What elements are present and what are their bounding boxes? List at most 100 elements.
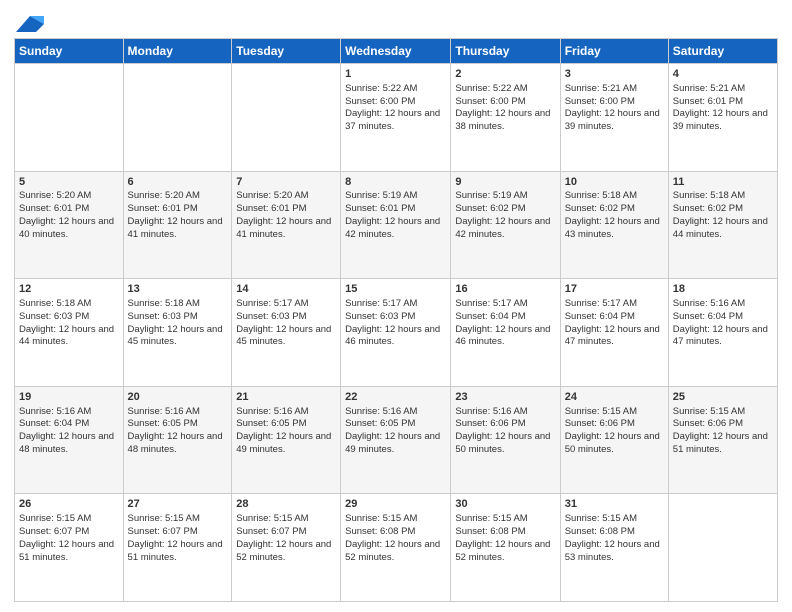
sunset-text: Sunset: 6:01 PM	[19, 203, 89, 214]
calendar-cell: 30Sunrise: 5:15 AMSunset: 6:08 PMDayligh…	[451, 494, 560, 602]
header	[14, 10, 778, 34]
sunset-text: Sunset: 6:01 PM	[128, 203, 198, 214]
sunrise-text: Sunrise: 5:22 AM	[455, 83, 527, 94]
calendar-cell: 3Sunrise: 5:21 AMSunset: 6:00 PMDaylight…	[560, 64, 668, 172]
sunset-text: Sunset: 6:03 PM	[19, 311, 89, 322]
week-row-5: 26 Sunrise: 5:15 AM Sunset: 6:07 PM Dayligh…	[15, 494, 778, 602]
calendar-cell: 13Sunrise: 5:18 AMSunset: 6:03 PMDayligh…	[123, 279, 232, 387]
sunset-text: Sunset: 6:04 PM	[19, 418, 89, 429]
calendar-cell	[668, 494, 777, 602]
sunrise-text: Sunrise: 5:15 AM	[128, 513, 200, 524]
day-number: 24	[565, 390, 664, 405]
daylight-text: Daylight: 12 hours and 47 minutes.	[565, 324, 660, 348]
calendar-cell: 2Sunrise: 5:22 AMSunset: 6:00 PMDaylight…	[451, 64, 560, 172]
week-row-3: 12Sunrise: 5:18 AMSunset: 6:03 PMDayligh…	[15, 279, 778, 387]
sunset-text: Sunset: 6:02 PM	[565, 203, 635, 214]
daylight-text: Daylight: 12 hours and 51 minutes.	[128, 539, 223, 563]
daylight-text: Daylight: 12 hours and 49 minutes.	[345, 431, 440, 455]
sunrise-text: Sunrise: 5:15 AM	[565, 513, 637, 524]
sunset-text: Sunset: 6:07 PM	[19, 526, 89, 537]
sunrise-text: Sunrise: 5:15 AM	[673, 406, 745, 417]
daylight-text: Daylight: 12 hours and 50 minutes.	[455, 431, 550, 455]
sunrise-text: Sunrise: 5:22 AM	[345, 83, 417, 94]
sunset-text: Sunset: 6:02 PM	[673, 203, 743, 214]
day-number: 9	[455, 175, 555, 190]
daylight-text: Daylight: 12 hours and 44 minutes.	[673, 216, 768, 240]
sunrise-text: Sunrise: 5:18 AM	[673, 190, 745, 201]
sunrise-text: Sunrise: 5:15 AM	[455, 513, 527, 524]
daylight-text: Daylight: 12 hours and 43 minutes.	[565, 216, 660, 240]
sunset-text: Sunset: 6:00 PM	[345, 96, 415, 107]
day-number: 31	[565, 497, 664, 512]
sunrise-text: Sunrise: 5:19 AM	[455, 190, 527, 201]
daylight-text: Daylight: 12 hours and 45 minutes.	[236, 324, 331, 348]
day-number: 2	[455, 67, 555, 82]
daylight-text: Daylight: 12 hours and 47 minutes.	[673, 324, 768, 348]
calendar-cell: 29Sunrise: 5:15 AMSunset: 6:08 PMDayligh…	[341, 494, 451, 602]
weekday-header-thursday: Thursday	[451, 39, 560, 64]
daylight-text: Daylight: 12 hours and 52 minutes.	[455, 539, 550, 563]
daylight-text: Daylight: 12 hours and 49 minutes.	[236, 431, 331, 455]
calendar-cell: 21Sunrise: 5:16 AMSunset: 6:05 PMDayligh…	[232, 386, 341, 494]
weekday-header-row: SundayMondayTuesdayWednesdayThursdayFrid…	[15, 39, 778, 64]
calendar-cell: 20Sunrise: 5:16 AMSunset: 6:05 PMDayligh…	[123, 386, 232, 494]
sunset-text: Sunset: 6:08 PM	[455, 526, 525, 537]
week-row-2: 5Sunrise: 5:20 AMSunset: 6:01 PMDaylight…	[15, 171, 778, 279]
sunset-text: Sunset: 6:04 PM	[673, 311, 743, 322]
sunrise-text: Sunrise: 5:20 AM	[236, 190, 308, 201]
sunrise-text: Sunrise: 5:20 AM	[128, 190, 200, 201]
sunset-text: Sunset: 6:03 PM	[128, 311, 198, 322]
calendar-cell: 1Sunrise: 5:22 AMSunset: 6:00 PMDaylight…	[341, 64, 451, 172]
sunrise-text: Sunrise: 5:15 AM	[345, 513, 417, 524]
calendar-cell: 9Sunrise: 5:19 AMSunset: 6:02 PMDaylight…	[451, 171, 560, 279]
calendar-cell: 27Sunrise: 5:15 AMSunset: 6:07 PMDayligh…	[123, 494, 232, 602]
sunrise-text: Sunrise: 5:16 AM	[345, 406, 417, 417]
calendar-cell: 7Sunrise: 5:20 AMSunset: 6:01 PMDaylight…	[232, 171, 341, 279]
calendar: SundayMondayTuesdayWednesdayThursdayFrid…	[14, 38, 778, 602]
logo-icon	[16, 14, 44, 34]
week-row-4: 19 Sunrise: 5:16 AM Sunset: 6:04 PM Dayligh…	[15, 386, 778, 494]
day-number: 4	[673, 67, 773, 82]
sunrise-text: Sunrise: 5:16 AM	[455, 406, 527, 417]
sunset-text: Sunset: 6:01 PM	[673, 96, 743, 107]
day-number: 3	[565, 67, 664, 82]
sunrise-text: Sunrise: 5:21 AM	[565, 83, 637, 94]
day-number: 7	[236, 175, 336, 190]
daylight-text: Daylight: 12 hours and 51 minutes.	[673, 431, 768, 455]
sunset-text: Sunset: 6:06 PM	[455, 418, 525, 429]
calendar-cell: 10Sunrise: 5:18 AMSunset: 6:02 PMDayligh…	[560, 171, 668, 279]
day-number: 26	[19, 497, 119, 512]
day-number: 19	[19, 390, 119, 405]
sunrise-text: Sunrise: 5:18 AM	[565, 190, 637, 201]
sunset-text: Sunset: 6:05 PM	[236, 418, 306, 429]
daylight-text: Daylight: 12 hours and 41 minutes.	[236, 216, 331, 240]
daylight-text: Daylight: 12 hours and 52 minutes.	[345, 539, 440, 563]
sunrise-text: Sunrise: 5:16 AM	[128, 406, 200, 417]
sunrise-text: Sunrise: 5:19 AM	[345, 190, 417, 201]
sunrise-text: Sunrise: 5:16 AM	[673, 298, 745, 309]
sunrise-text: Sunrise: 5:16 AM	[236, 406, 308, 417]
sunset-text: Sunset: 6:04 PM	[455, 311, 525, 322]
calendar-cell: 26Sunrise: 5:15 AMSunset: 6:07 PMDayligh…	[15, 494, 124, 602]
sunrise-text: Sunrise: 5:17 AM	[236, 298, 308, 309]
sunrise-text: Sunrise: 5:20 AM	[19, 190, 91, 201]
daylight-text: Daylight: 12 hours and 38 minutes.	[455, 108, 550, 132]
sunrise-text: Sunrise: 5:15 AM	[565, 406, 637, 417]
weekday-header-friday: Friday	[560, 39, 668, 64]
day-number: 15	[345, 282, 446, 297]
daylight-text: Daylight: 12 hours and 48 minutes.	[128, 431, 223, 455]
calendar-cell: 14Sunrise: 5:17 AMSunset: 6:03 PMDayligh…	[232, 279, 341, 387]
weekday-header-tuesday: Tuesday	[232, 39, 341, 64]
calendar-cell: 28Sunrise: 5:15 AMSunset: 6:07 PMDayligh…	[232, 494, 341, 602]
sunrise-text: Sunrise: 5:17 AM	[345, 298, 417, 309]
daylight-text: Daylight: 12 hours and 39 minutes.	[565, 108, 660, 132]
weekday-header-saturday: Saturday	[668, 39, 777, 64]
sunrise-text: Sunrise: 5:18 AM	[19, 298, 91, 309]
calendar-cell: 8Sunrise: 5:19 AMSunset: 6:01 PMDaylight…	[341, 171, 451, 279]
weekday-header-wednesday: Wednesday	[341, 39, 451, 64]
page: SundayMondayTuesdayWednesdayThursdayFrid…	[0, 0, 792, 612]
sunset-text: Sunset: 6:07 PM	[128, 526, 198, 537]
calendar-cell: 15Sunrise: 5:17 AMSunset: 6:03 PMDayligh…	[341, 279, 451, 387]
calendar-cell: 11Sunrise: 5:18 AMSunset: 6:02 PMDayligh…	[668, 171, 777, 279]
daylight-text: Daylight: 12 hours and 37 minutes.	[345, 108, 440, 132]
